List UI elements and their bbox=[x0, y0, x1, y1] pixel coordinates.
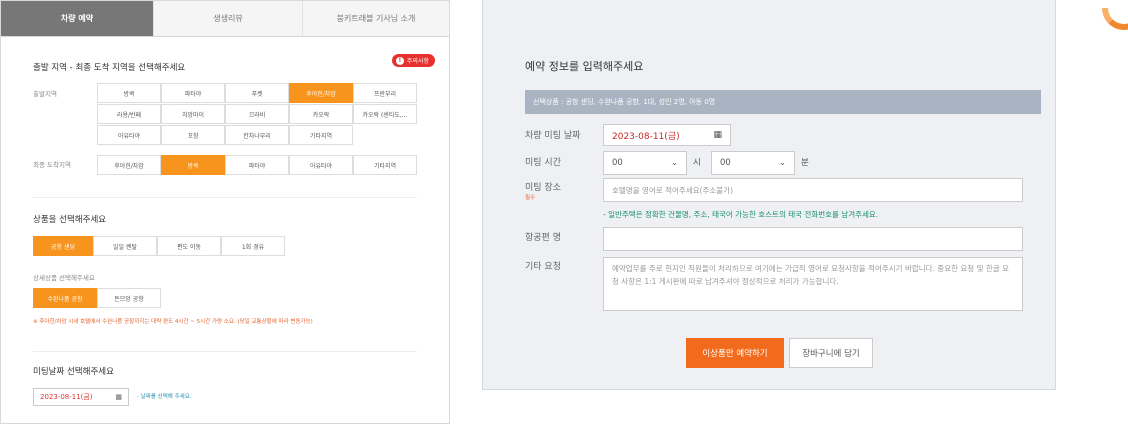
minute-value: 00 bbox=[720, 158, 731, 168]
tab-reviews[interactable]: 생생리뷰 bbox=[153, 1, 302, 36]
arrival-option-selected[interactable]: 방콕 bbox=[161, 155, 225, 175]
meeting-date-value: 2023-08-11(금) bbox=[40, 393, 93, 401]
section-product-title: 상품을 선택해주세요 bbox=[33, 215, 107, 225]
departure-option[interactable]: 푸켓 bbox=[225, 83, 289, 103]
departure-option[interactable]: 치앙마이 bbox=[161, 104, 225, 124]
meeting-date-picker[interactable]: 2023-08-11(금) ▦ bbox=[33, 388, 129, 406]
minute-select[interactable]: 00 ⌄ bbox=[711, 151, 795, 175]
departure-option[interactable]: 칸차나부리 bbox=[225, 125, 289, 145]
meeting-place-input[interactable]: 호텔명을 영어로 적어주세요(주소불가) bbox=[603, 178, 1023, 202]
departure-option[interactable]: 카오락 (센티도,... bbox=[353, 104, 417, 124]
detail-option[interactable]: 돈므앙 공항 bbox=[97, 288, 161, 308]
divider bbox=[33, 197, 417, 198]
arrival-option[interactable]: 아유타야 bbox=[289, 155, 353, 175]
departure-option[interactable]: 라용/반페 bbox=[97, 104, 161, 124]
add-to-cart-button[interactable]: 장바구니에 담기 bbox=[789, 338, 873, 368]
departure-option[interactable]: 파타야 bbox=[161, 83, 225, 103]
page-root: 차량 예약 생생리뷰 붕키트래블 기사님 소개 ! 주의사항 출발 지역 - 최… bbox=[0, 0, 1128, 424]
arrival-option[interactable]: 기타지역 bbox=[353, 155, 417, 175]
reservation-info-panel: 예약 정보를 입력해주세요 선택상품 : 공항 샌딩, 수완나품 공항, 1대,… bbox=[482, 0, 1056, 390]
required-mark: 필수 bbox=[525, 195, 536, 201]
reservation-form-left: 차량 예약 생생리뷰 붕키트래블 기사님 소개 ! 주의사항 출발 지역 - 최… bbox=[0, 0, 450, 424]
tab-driver-intro[interactable]: 붕키트래블 기사님 소개 bbox=[302, 1, 449, 36]
reservation-info-title: 예약 정보를 입력해주세요 bbox=[525, 60, 644, 73]
notice-badge[interactable]: ! 주의사항 bbox=[391, 54, 435, 67]
detail-label: 상세상품 선택해주세요 bbox=[33, 274, 95, 282]
tab-bar: 차량 예약 생생리뷰 붕키트래블 기사님 소개 bbox=[1, 1, 449, 37]
calendar-icon[interactable]: ▦ bbox=[713, 130, 722, 140]
section-date-title: 미팅날짜 선택해주세요 bbox=[33, 367, 114, 377]
minute-unit: 분 bbox=[801, 158, 809, 168]
alert-icon: ! bbox=[395, 56, 404, 65]
chevron-down-icon: ⌄ bbox=[778, 158, 786, 168]
meeting-date-input[interactable]: 2023-08-11(금) ▦ bbox=[603, 124, 731, 146]
meeting-place-note: - 일반주택은 정확한 건물명, 주소, 태국어 가능한 호스트의 태국 전화번… bbox=[603, 210, 879, 219]
product-option[interactable]: 1회 경유 bbox=[221, 236, 285, 256]
hour-value: 00 bbox=[612, 158, 623, 168]
arrival-label: 최종 도착지역 bbox=[33, 161, 71, 169]
departure-option[interactable]: 프란부리 bbox=[353, 83, 417, 103]
flight-label: 항공편 명 bbox=[525, 233, 561, 243]
detail-option-selected[interactable]: 수완나품 공항 bbox=[33, 288, 97, 308]
product-option[interactable]: 편도 이동 bbox=[157, 236, 221, 256]
arrival-option[interactable]: 후아힌/차암 bbox=[97, 155, 161, 175]
departure-option[interactable]: 카오락 bbox=[289, 104, 353, 124]
departure-option[interactable]: 기타지역 bbox=[289, 125, 353, 145]
meeting-date-input-value: 2023-08-11(금) bbox=[612, 131, 680, 142]
logo-fragment-icon bbox=[1100, 8, 1128, 34]
other-request-label: 기타 요청 bbox=[525, 262, 561, 272]
divider bbox=[33, 351, 417, 352]
tab-vehicle-booking[interactable]: 차량 예약 bbox=[1, 1, 153, 36]
hour-select[interactable]: 00 ⌄ bbox=[603, 151, 687, 175]
notice-badge-label: 주의사항 bbox=[406, 58, 429, 65]
other-request-textarea[interactable]: 예약업무를 주로 현지인 직원들이 처리하므로 여기에는 가급적 영어로 요청사… bbox=[603, 257, 1023, 311]
departure-option-selected[interactable]: 후아힌/차암 bbox=[289, 83, 353, 103]
departure-option[interactable]: 아유타야 bbox=[97, 125, 161, 145]
departure-option[interactable]: 꼬창 bbox=[161, 125, 225, 145]
product-option[interactable]: 일일 렌탈 bbox=[93, 236, 157, 256]
chevron-down-icon: ⌄ bbox=[670, 158, 678, 168]
arrival-option[interactable]: 파타야 bbox=[225, 155, 289, 175]
product-option-selected[interactable]: 공항 샌딩 bbox=[33, 236, 93, 256]
calendar-icon[interactable]: ▦ bbox=[115, 393, 122, 401]
date-hint: - 날짜를 선택해 주세요. bbox=[137, 394, 192, 400]
travel-time-note: ※ 후아힌/차암 시내 호텔에서 수완나품 공항까지는 대략 편도 4시간 ~ … bbox=[33, 319, 313, 325]
selected-product-summary: 선택상품 : 공항 샌딩, 수완나품 공항, 1대, 성인 2명, 아동 0명 bbox=[525, 90, 1041, 114]
section-region-title: 출발 지역 - 최종 도착 지역을 선택해주세요 bbox=[33, 63, 186, 73]
departure-option[interactable]: 방콕 bbox=[97, 83, 161, 103]
book-this-product-button[interactable]: 이상품만 예약하기 bbox=[686, 338, 784, 368]
departure-option[interactable]: 끄라비 bbox=[225, 104, 289, 124]
hour-unit: 시 bbox=[693, 158, 701, 168]
meeting-date-label: 차량 미팅 날짜 bbox=[525, 131, 581, 141]
flight-number-input[interactable] bbox=[603, 227, 1023, 251]
departure-label: 출발지역 bbox=[33, 90, 57, 98]
meeting-place-label: 미팅 장소 bbox=[525, 183, 561, 193]
meeting-time-label: 미팅 시간 bbox=[525, 158, 561, 168]
